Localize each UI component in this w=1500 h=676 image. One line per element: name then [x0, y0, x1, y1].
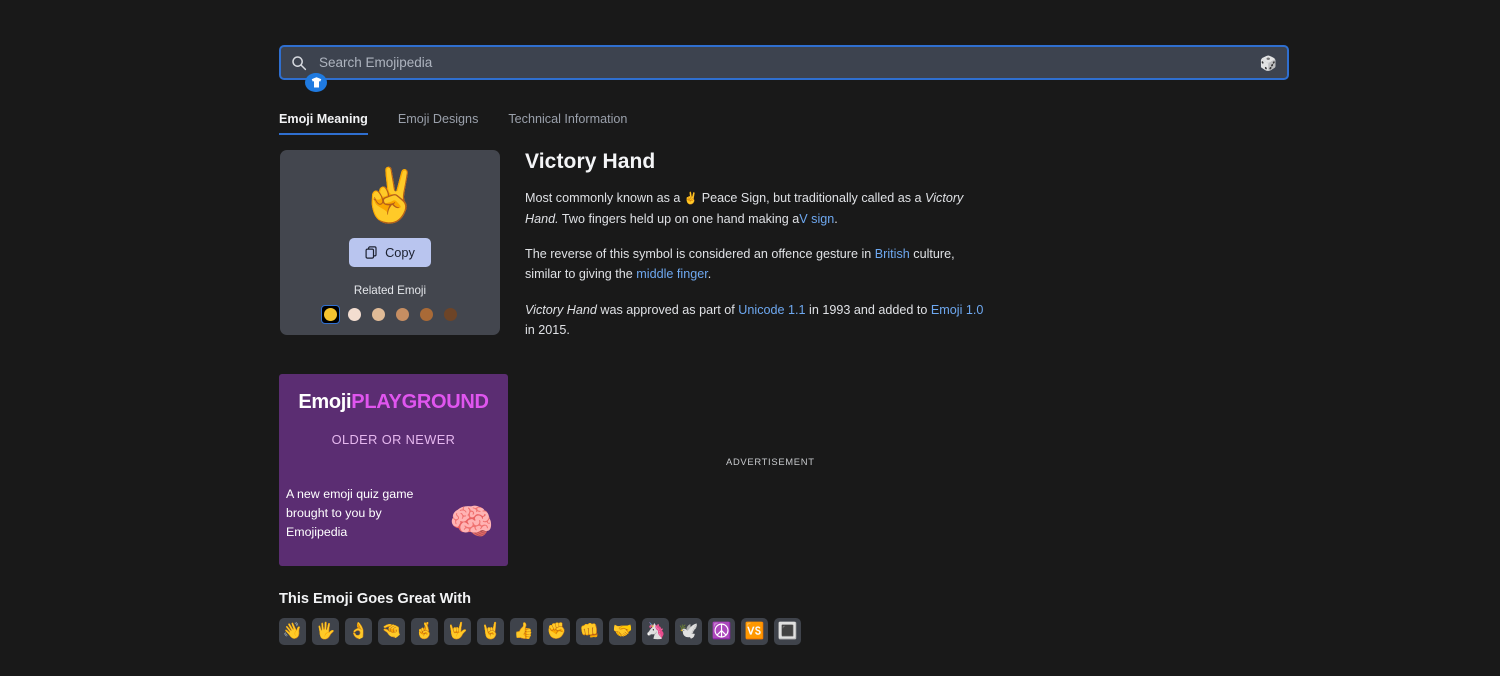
emoji-tile-thumbs-up[interactable]: 👍 — [510, 618, 537, 645]
p2-text-a: The reverse of this symbol is considered… — [525, 247, 872, 262]
paragraph-approval: Victory Hand was approved as part of Uni… — [525, 300, 985, 341]
p1-text-d: . — [834, 211, 838, 226]
ad-logo-part1: Emoji — [298, 391, 352, 413]
skin-tone-medium-light[interactable] — [369, 305, 388, 324]
goes-great-with-title: This Emoji Goes Great With — [279, 591, 472, 607]
ad-logo: EmojiPLAYGROUND — [279, 392, 508, 412]
skin-tone-medium[interactable] — [393, 305, 412, 324]
copy-icon — [365, 246, 377, 259]
shirt-badge-icon[interactable] — [305, 73, 327, 92]
tab-technical-information[interactable]: Technical Information — [508, 112, 627, 135]
p2-text-c: . — [707, 267, 712, 282]
paragraph-meaning: Most commonly known as a ✌️ Peace Sign, … — [525, 188, 985, 229]
copy-button-label: Copy — [385, 245, 415, 260]
random-emoji-icon[interactable]: 🎲 — [1260, 56, 1277, 70]
tab-emoji-meaning[interactable]: Emoji Meaning — [279, 112, 368, 135]
search-bar: 🎲 — [279, 45, 1289, 92]
emoji-tile-crossed-fingers[interactable]: 🤞 — [411, 618, 438, 645]
p3-text-b: in 1993 and added to — [809, 302, 928, 317]
advertisement-label: ADVERTISEMENT — [726, 456, 815, 467]
emoji-tile-ok-hand[interactable]: 👌 — [345, 618, 372, 645]
emoji-tile-sign-of-the-horns[interactable]: 🤘 — [477, 618, 504, 645]
ad-subtitle: OLDER OR NEWER — [331, 432, 456, 447]
emoji-tile-raised-fist[interactable]: ✊ — [543, 618, 570, 645]
article: Victory Hand Most commonly known as a ✌️… — [525, 150, 985, 341]
related-emoji-label: Related Emoji — [353, 284, 427, 297]
emoji-tile-oncoming-fist[interactable]: 👊 — [576, 618, 603, 645]
inline-victory-hand-emoji: ✌️ — [683, 193, 699, 205]
emoji-tile-hand-with-fingers-splayed[interactable]: 🖐️ — [312, 618, 339, 645]
victory-hand-emoji: ✌️ — [357, 167, 423, 225]
p3-text-c: in 2015. — [525, 323, 570, 338]
p3-text-a: was approved as part of — [600, 302, 735, 317]
page-title: Victory Hand — [525, 150, 656, 173]
ad-logo-part2: PLAYGROUND — [351, 391, 489, 413]
goes-great-with-list: 👋 🖐️ 👌 🤏 🤞 🤟 🤘 👍 ✊ 👊 🤝 🦄 🕊️ ☮️ 🆚 🔳 — [279, 618, 801, 645]
link-middle-finger[interactable]: middle finger — [636, 267, 707, 281]
emoji-tile-dove[interactable]: 🕊️ — [675, 618, 702, 645]
emoji-card: ✌️ Copy Related Emoji — [280, 150, 500, 335]
emoji-tile-love-you-gesture[interactable]: 🤟 — [444, 618, 471, 645]
ad-illustration-emoji: 🧠 — [449, 501, 494, 542]
emoji-tile-handshake[interactable]: 🤝 — [609, 618, 636, 645]
search-icon — [292, 55, 307, 70]
emoji-tile-vs-button[interactable]: 🆚 — [741, 618, 768, 645]
skin-tone-light[interactable] — [345, 305, 364, 324]
skin-tone-medium-dark[interactable] — [417, 305, 436, 324]
link-unicode-1-1[interactable]: Unicode 1.1 — [738, 303, 805, 317]
tab-emoji-designs[interactable]: Emoji Designs — [398, 112, 479, 135]
link-v-sign[interactable]: V sign — [799, 212, 834, 226]
emoji-playground-ad[interactable]: EmojiPLAYGROUND OLDER OR NEWER A new emo… — [279, 374, 508, 566]
emoji-tile-waving-hand[interactable]: 👋 — [279, 618, 306, 645]
copy-button[interactable]: Copy — [349, 238, 431, 267]
p1-text-b: Peace Sign, but traditionally called as … — [701, 191, 922, 205]
skin-tone-default-yellow[interactable] — [320, 305, 340, 324]
goes-great-with-section: This Emoji Goes Great With 👋 🖐️ 👌 🤏 🤞 🤟 … — [279, 591, 801, 645]
emoji-tile-peace-symbol[interactable]: ☮️ — [708, 618, 735, 645]
emoji-tile-pinching-hand[interactable]: 🤏 — [378, 618, 405, 645]
p1-text-c: Two fingers held up on one hand making a — [561, 211, 800, 226]
link-emoji-1-0[interactable]: Emoji 1.0 — [931, 303, 984, 317]
search-input[interactable] — [307, 47, 1260, 78]
emojipedia-page: 🎲 Emoji Meaning Emoji Designs Technical … — [0, 0, 1500, 676]
paragraph-reverse: The reverse of this symbol is considered… — [525, 244, 985, 285]
skin-tone-selector — [320, 305, 460, 324]
p1-text-a: Most commonly known as a — [525, 191, 681, 205]
emoji-tile-white-square-button[interactable]: 🔳 — [774, 618, 801, 645]
emoji-tile-unicorn[interactable]: 🦄 — [642, 618, 669, 645]
tab-bar: Emoji Meaning Emoji Designs Technical In… — [279, 112, 657, 135]
skin-tone-dark[interactable] — [441, 305, 460, 324]
p3-emphasis-victory-hand: Victory Hand — [525, 302, 597, 317]
ad-body-text: A new emoji quiz game brought to you by … — [286, 487, 414, 540]
search-box[interactable]: 🎲 — [279, 45, 1289, 80]
link-british[interactable]: British — [875, 247, 910, 261]
